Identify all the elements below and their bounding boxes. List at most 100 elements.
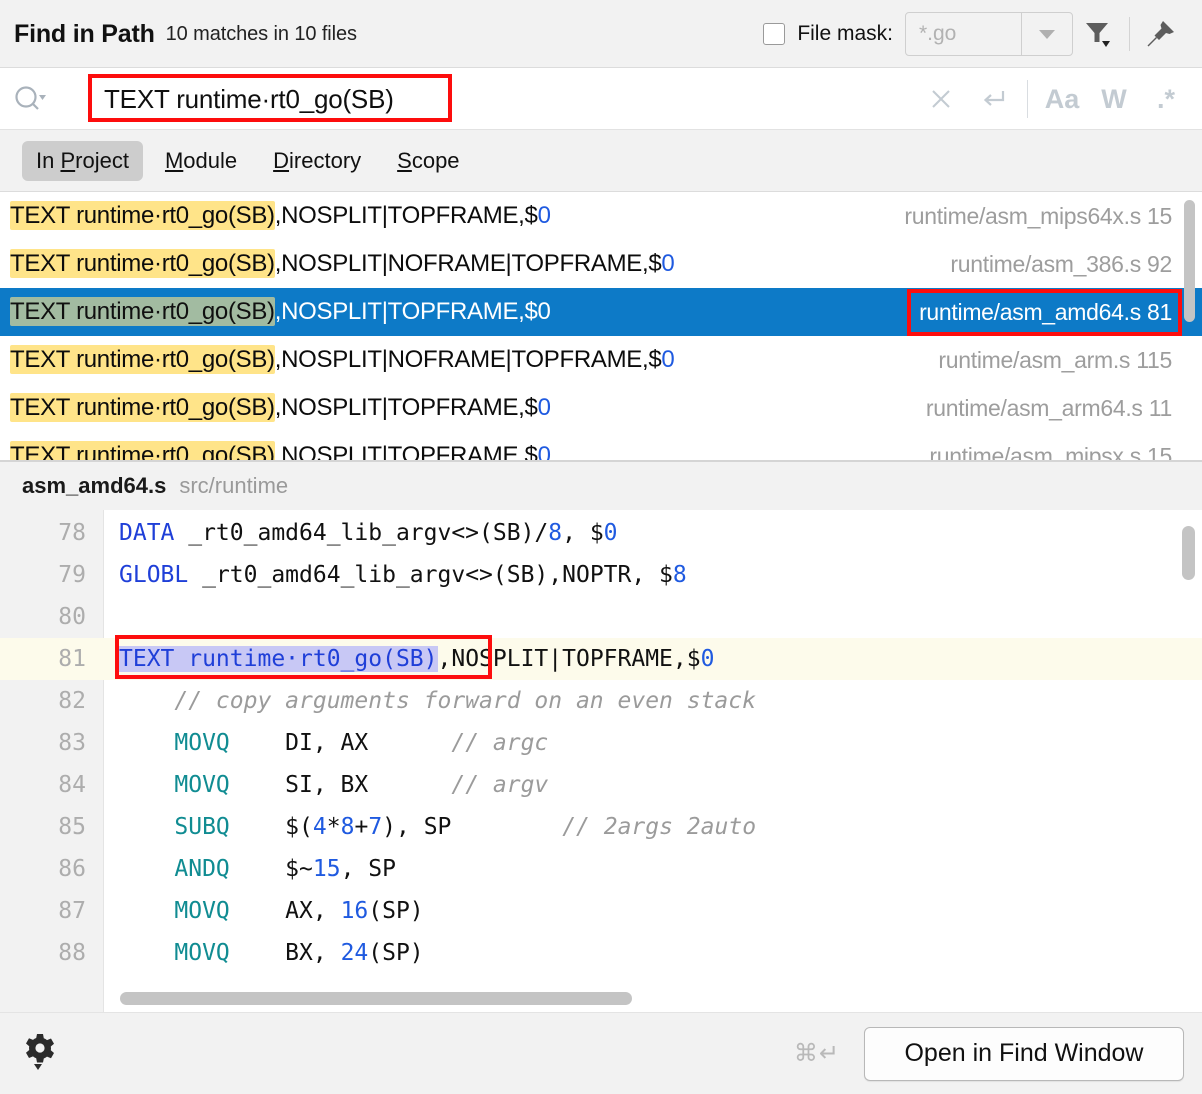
result-row[interactable]: TEXT runtime·rt0_go(SB),NOSPLIT|TOPFRAME… — [0, 432, 1202, 462]
open-in-find-window-button[interactable]: Open in Find Window — [864, 1026, 1184, 1081]
line-number: 79 — [58, 562, 86, 588]
code-text: DATA _rt0_amd64_lib_argv<>(SB)/8, $0 — [119, 520, 618, 546]
whole-words-toggle[interactable]: W — [1088, 73, 1140, 125]
code-line[interactable]: 85 SUBQ $(4*8+7), SP // 2args 2auto — [0, 806, 1202, 848]
result-row[interactable]: TEXT runtime·rt0_go(SB),NOSPLIT|TOPFRAME… — [0, 384, 1202, 432]
search-field-wrapper: TEXT runtime·rt0_go(SB) — [52, 68, 915, 130]
line-number: 86 — [58, 856, 86, 882]
code-text: SUBQ $(4*8+7), SP // 2args 2auto — [174, 814, 757, 840]
settings-button[interactable] — [20, 1031, 66, 1077]
search-icon — [15, 86, 46, 110]
code-horizontal-scrollbar[interactable] — [120, 992, 632, 1005]
line-number: 88 — [58, 940, 86, 966]
new-line-button[interactable] — [967, 73, 1019, 125]
search-row: TEXT runtime·rt0_go(SB) Aa W .* — [0, 68, 1202, 130]
regex-toggle[interactable]: .* — [1140, 73, 1192, 125]
result-file-path: runtime/asm_386.s 92 — [950, 250, 1172, 277]
preview-file-name: asm_amd64.s — [22, 473, 167, 498]
code-line[interactable]: 84 MOVQ SI, BX // argv — [0, 764, 1202, 806]
header-divider — [1129, 17, 1130, 51]
code-line[interactable]: 83 MOVQ DI, AX // argc — [0, 722, 1202, 764]
code-text: MOVQ DI, AX // argc — [174, 730, 549, 756]
line-number: 87 — [58, 898, 86, 924]
tab-in-project[interactable]: In Project — [22, 141, 143, 181]
file-mask-label: File mask: — [797, 22, 893, 45]
code-line-container: 78 DATA _rt0_amd64_lib_argv<>(SB)/8, $0 79… — [0, 510, 1202, 974]
pin-icon — [1147, 21, 1174, 47]
code-line[interactable]: 87 MOVQ AX, 16(SP) — [0, 890, 1202, 932]
line-number: 78 — [58, 520, 86, 546]
result-file-path: runtime/asm_mips64x.s 15 — [904, 202, 1172, 229]
file-mask-checkbox[interactable] — [763, 23, 786, 45]
filter-button[interactable] — [1073, 9, 1123, 59]
tab-module[interactable]: Module — [151, 141, 251, 181]
dialog-footer: ⌘↵ Open in Find Window — [0, 1012, 1202, 1094]
chevron-down-icon — [1039, 29, 1055, 39]
line-number: 81 — [0, 646, 104, 672]
search-options-button[interactable] — [8, 84, 52, 114]
whole-words-label: W — [1101, 83, 1127, 114]
open-in-find-window-label: Open in Find Window — [904, 1039, 1144, 1067]
page-title: Find in Path — [14, 19, 155, 48]
search-input[interactable]: TEXT runtime·rt0_go(SB) — [52, 84, 394, 115]
filter-funnel-icon — [1086, 23, 1110, 47]
result-row[interactable]: TEXT runtime·rt0_go(SB),NOSPLIT|TOPFRAME… — [0, 288, 1202, 336]
line-number: 83 — [58, 730, 86, 756]
preview-file-header: asm_amd64.s src/runtime — [0, 462, 1202, 510]
search-actions-divider — [1027, 80, 1028, 118]
line-number: 82 — [58, 688, 86, 714]
result-text: TEXT runtime·rt0_go(SB),NOSPLIT|TOPFRAME… — [10, 297, 551, 326]
code-line[interactable]: 81 TEXT runtime·rt0_go(SB),NOSPLIT|TOPFRA… — [0, 635, 1202, 680]
result-text: TEXT runtime·rt0_go(SB),NOSPLIT|TOPFRAME… — [10, 393, 551, 422]
results-vertical-scrollbar[interactable] — [1184, 200, 1195, 322]
code-vertical-scrollbar[interactable] — [1182, 526, 1195, 580]
result-text: TEXT runtime·rt0_go(SB),NOSPLIT|NOFRAME|… — [10, 249, 675, 278]
code-line[interactable]: 78 DATA _rt0_amd64_lib_argv<>(SB)/8, $0 — [0, 512, 1202, 554]
regex-label: .* — [1156, 83, 1175, 114]
code-line[interactable]: 88 MOVQ BX, 24(SP) — [0, 932, 1202, 974]
shortcut-hint: ⌘↵ — [793, 1040, 840, 1067]
code-preview[interactable]: 78 DATA _rt0_amd64_lib_argv<>(SB)/8, $0 79… — [0, 510, 1202, 1012]
tab-scope[interactable]: Scope — [383, 141, 473, 181]
results-list[interactable]: TEXT runtime·rt0_go(SB),NOSPLIT|TOPFRAME… — [0, 192, 1202, 462]
match-case-toggle[interactable]: Aa — [1036, 73, 1088, 125]
code-text: GLOBL _rt0_amd64_lib_argv<>(SB),NOPTR, $… — [119, 562, 687, 588]
code-text: TEXT runtime·rt0_go(SB),NOSPLIT|TOPFRAME… — [119, 646, 715, 672]
match-count-label: 10 matches in 10 files — [165, 22, 357, 45]
code-line[interactable]: 82 // copy arguments forward on an even … — [0, 680, 1202, 722]
results-divider-line — [0, 460, 1202, 462]
file-mask-combo[interactable]: *.go — [905, 12, 1073, 56]
result-file-path: runtime/asm_arm.s 115 — [938, 346, 1172, 373]
tab-directory[interactable]: Directory — [259, 141, 375, 181]
result-file-path: runtime/asm_amd64.s 81 — [907, 288, 1182, 336]
result-row[interactable]: TEXT runtime·rt0_go(SB),NOSPLIT|NOFRAME|… — [0, 336, 1202, 384]
search-actions: Aa W .* — [915, 73, 1202, 125]
result-text: TEXT runtime·rt0_go(SB),NOSPLIT|NOFRAME|… — [10, 345, 675, 374]
result-text: TEXT runtime·rt0_go(SB),NOSPLIT|TOPFRAME… — [10, 441, 551, 462]
code-text: MOVQ AX, 16(SP) — [174, 898, 424, 924]
scope-tabs: In Project Module Directory Scope — [0, 130, 1202, 192]
result-file-path: runtime/asm_arm64.s 11 — [925, 394, 1172, 421]
result-row[interactable]: TEXT runtime·rt0_go(SB),NOSPLIT|TOPFRAME… — [0, 192, 1202, 240]
match-case-label: Aa — [1044, 83, 1080, 114]
code-line[interactable]: 80 — [0, 596, 1202, 638]
file-mask-dropdown-button[interactable] — [1022, 13, 1072, 55]
line-number: 80 — [58, 604, 86, 630]
gear-icon — [26, 1033, 54, 1070]
file-mask-input[interactable]: *.go — [906, 13, 1022, 55]
pin-button[interactable] — [1136, 9, 1186, 59]
code-text: // copy arguments forward on an even sta… — [174, 688, 756, 714]
code-line[interactable]: 86 ANDQ $~15, SP — [0, 848, 1202, 890]
header-controls: File mask: *.go — [763, 9, 1186, 59]
code-line[interactable]: 79 GLOBL _rt0_amd64_lib_argv<>(SB),NOPTR,… — [0, 554, 1202, 596]
result-row[interactable]: TEXT runtime·rt0_go(SB),NOSPLIT|NOFRAME|… — [0, 240, 1202, 288]
result-path-annotation-box — [907, 288, 1182, 336]
return-arrow-icon — [983, 91, 1005, 106]
code-text: MOVQ SI, BX // argv — [174, 772, 549, 798]
close-icon — [932, 90, 950, 108]
code-text: MOVQ BX, 24(SP) — [174, 940, 424, 966]
clear-search-button[interactable] — [915, 73, 967, 125]
line-number: 85 — [58, 814, 86, 840]
preview-file-directory: src/runtime — [179, 473, 289, 498]
code-text: ANDQ $~15, SP — [174, 856, 396, 882]
